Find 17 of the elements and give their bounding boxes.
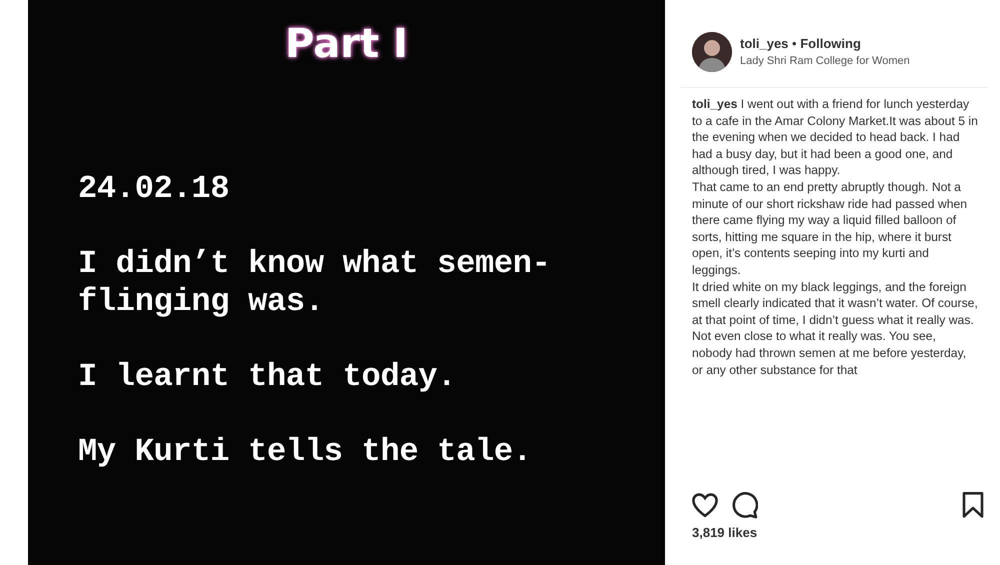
bookmark-icon[interactable] bbox=[960, 492, 986, 519]
username[interactable]: toli_yes bbox=[740, 36, 788, 50]
location-link[interactable]: Lady Shri Ram College for Women bbox=[740, 53, 910, 70]
following-link[interactable]: Following bbox=[800, 36, 861, 50]
heart-icon[interactable] bbox=[692, 492, 718, 519]
caption-text: It dried white on my black leggings, and the foreign smell clearly indicated that it wasn’t water. Of course, at that point of time, I didn’t guess what it really was. Not even close to what it really was. You see, nobody had thrown semen at me before yesterday, or any other substance for that bbox=[692, 278, 978, 378]
separator-dot: • bbox=[792, 36, 797, 50]
avatar[interactable] bbox=[692, 32, 732, 72]
comment-icon[interactable] bbox=[732, 492, 758, 519]
image-text: My Kurti tells the tale. bbox=[78, 433, 532, 471]
image-text: I didn’t know what semen- flinging was. bbox=[78, 245, 551, 321]
image-text: I learnt that today. bbox=[78, 358, 456, 396]
likes-count[interactable]: 3,819 likes bbox=[680, 519, 758, 542]
image-title: Part I bbox=[285, 22, 408, 66]
caption-text: That came to an end pretty abruptly though. Not a minute of our short rickshaw ride had passed when there came flying my way a liquid filled balloon of sorts, hitting me square in the hip, where it burst open, it’s contents seeping into my kurti and leggings. bbox=[692, 178, 968, 279]
caption-text: toli_yes I went out with a friend for lunch yesterday to a cafe in the Amar Colony Market.It was about 5 in the evening when we decided to head back. I had had a busy day, but it had been a good one, and although tired, I was happy. bbox=[692, 96, 978, 179]
image-text: 24.02.18 bbox=[78, 170, 230, 208]
